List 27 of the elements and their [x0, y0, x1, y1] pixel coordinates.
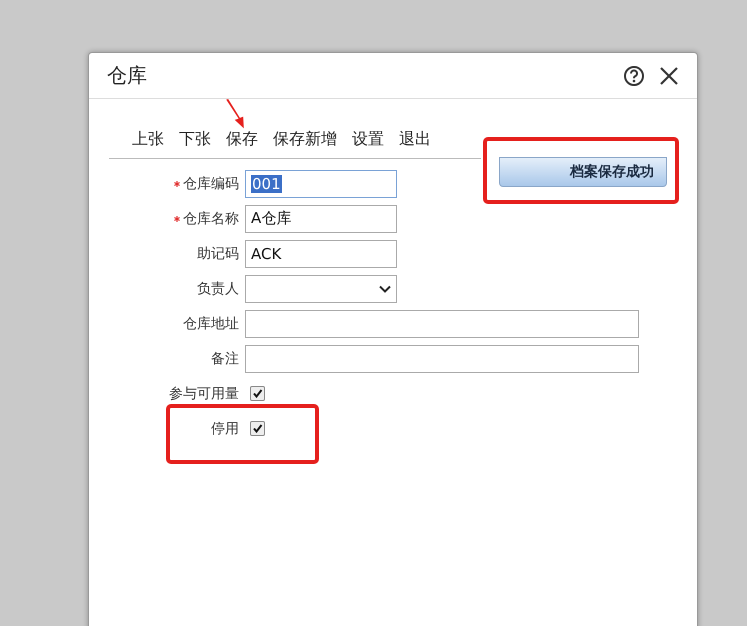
- toolbar-button[interactable]: 设置: [352, 129, 384, 150]
- field-label: 仓库地址: [183, 314, 239, 332]
- field-label: 助记码: [197, 244, 239, 262]
- toolbar-button[interactable]: 保存: [226, 129, 258, 150]
- field-label: 负责人: [197, 280, 239, 298]
- window-title: 仓库: [107, 62, 148, 89]
- input-field[interactable]: 001: [245, 170, 397, 198]
- toolbar-button[interactable]: 上张: [132, 129, 164, 150]
- field-label: 仓库名称: [183, 210, 239, 228]
- input-field[interactable]: [245, 310, 639, 338]
- input-field[interactable]: A仓库: [245, 204, 397, 232]
- dropdown-field[interactable]: [245, 274, 397, 302]
- checkbox[interactable]: [250, 421, 265, 436]
- toolbar-button[interactable]: 保存新增: [273, 129, 337, 150]
- field-label: 备注: [211, 350, 239, 368]
- field-label: 停用: [211, 420, 239, 438]
- help-icon[interactable]: [623, 64, 645, 86]
- chevron-down-icon: [379, 284, 391, 292]
- success-message: 档案保存成功: [499, 157, 667, 187]
- field-label: 参与可用量: [169, 384, 239, 402]
- checkbox[interactable]: [250, 386, 265, 401]
- field-label: 仓库编码: [183, 174, 239, 192]
- input-field[interactable]: [245, 344, 639, 372]
- close-icon[interactable]: [659, 66, 679, 86]
- toolbar-button[interactable]: 退出: [399, 129, 431, 150]
- input-field[interactable]: ACK: [245, 240, 397, 268]
- toolbar-button[interactable]: 下张: [179, 129, 211, 150]
